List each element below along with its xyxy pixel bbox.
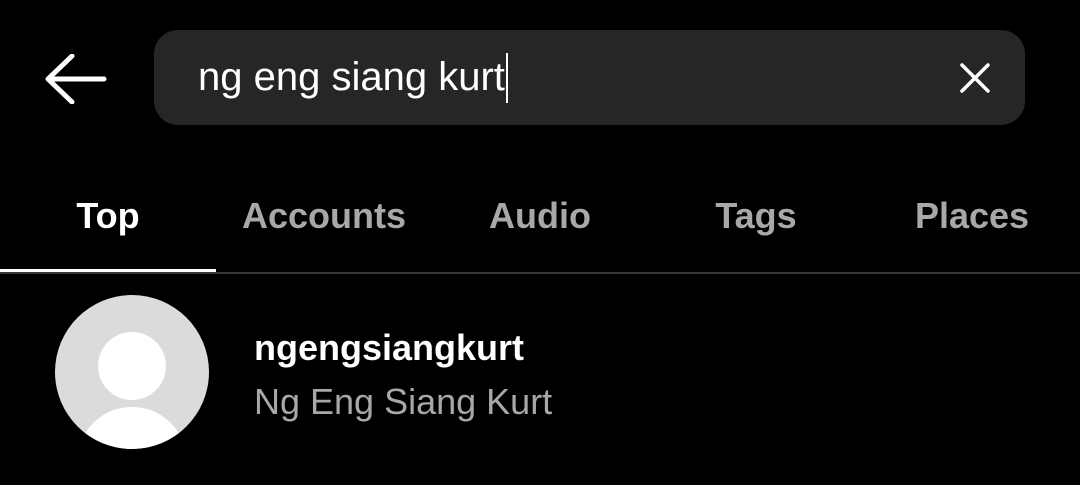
tab-top[interactable]: Top	[0, 160, 216, 272]
text-caret	[505, 52, 508, 103]
avatar	[55, 295, 209, 449]
tabs-divider	[0, 272, 1080, 274]
tab-label: Audio	[489, 195, 591, 236]
tab-accounts[interactable]: Accounts	[216, 160, 432, 272]
default-avatar-icon	[98, 332, 166, 400]
search-tabs: Top Accounts Audio Tags Places	[0, 160, 1080, 272]
search-input-value: ng eng siang kurt	[198, 55, 505, 99]
search-input[interactable]: ng eng siang kurt	[198, 48, 945, 108]
tab-tags[interactable]: Tags	[648, 160, 864, 272]
result-text: ngengsiangkurt Ng Eng Siang Kurt	[254, 326, 552, 424]
back-button[interactable]	[36, 44, 116, 114]
close-icon	[960, 62, 990, 93]
tab-label: Tags	[715, 195, 797, 236]
clear-search-button[interactable]	[945, 48, 1005, 108]
tab-label: Places	[914, 195, 1030, 236]
tab-places[interactable]: Places	[864, 160, 1080, 272]
result-full-name: Ng Eng Siang Kurt	[254, 381, 553, 422]
tab-label: Top	[76, 195, 140, 236]
arrow-left-icon	[45, 54, 107, 104]
list-item[interactable]: ngengsiangkurt Ng Eng Siang Kurt	[0, 276, 1080, 472]
search-bar: ng eng siang kurt	[154, 30, 1025, 125]
result-username: ngengsiangkurt	[254, 327, 525, 368]
tab-label: Accounts	[241, 195, 407, 236]
default-avatar-body	[77, 407, 187, 449]
tab-audio[interactable]: Audio	[432, 160, 648, 272]
